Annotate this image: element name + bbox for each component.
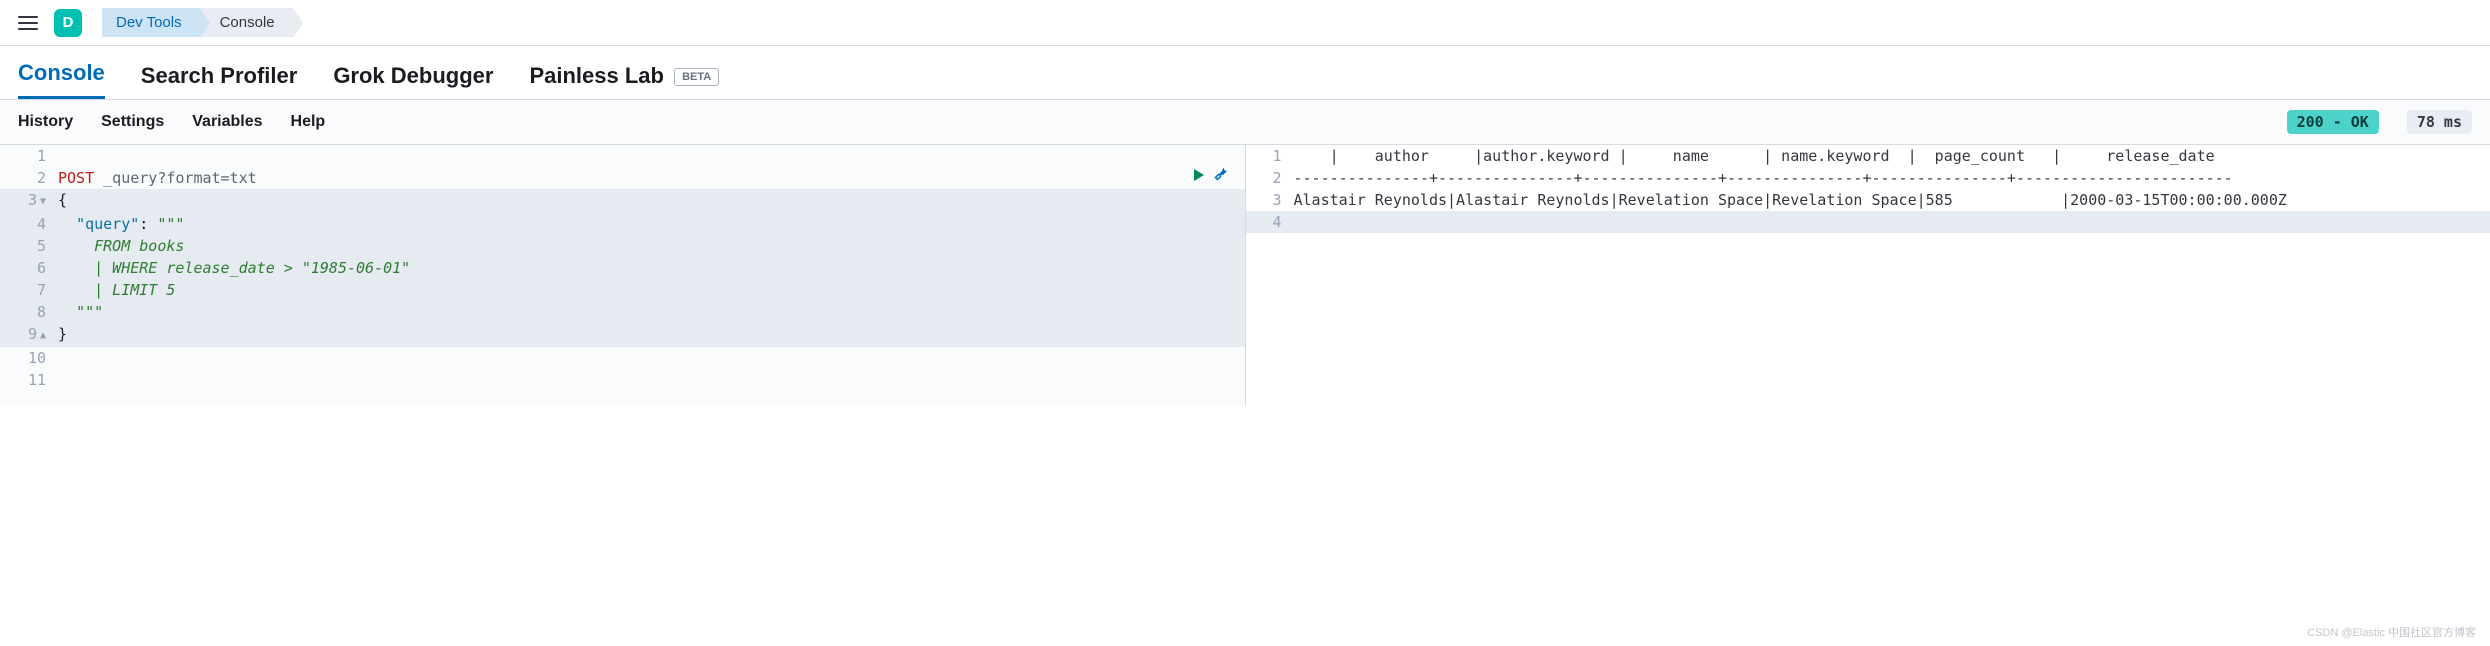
breadcrumb-dev-tools[interactable]: Dev Tools [102, 8, 200, 37]
line-number: 10 [0, 347, 58, 369]
response-viewer[interactable]: 1 | author |author.keyword | name | name… [1246, 145, 2490, 233]
breadcrumb: Dev Tools Console [102, 8, 293, 37]
breadcrumb-console: Console [200, 8, 293, 37]
response-time: 78 ms [2407, 110, 2472, 134]
response-line: | author |author.keyword | name | name.k… [1294, 145, 2490, 167]
code-line: { [58, 191, 67, 209]
toolbar: History Settings Variables Help 200 - OK… [0, 100, 2490, 145]
line-number: 11 [0, 369, 58, 391]
status-badge: 200 - OK [2287, 110, 2379, 134]
request-path: _query?format=txt [103, 169, 257, 187]
code-line: } [58, 325, 67, 343]
response-line: ---------------+---------------+--------… [1294, 167, 2490, 189]
menu-icon[interactable] [14, 12, 42, 34]
toolbar-help[interactable]: Help [291, 113, 326, 131]
line-number: 8 [0, 301, 58, 323]
line-number: 9▲ [0, 323, 58, 347]
tab-console[interactable]: Console [18, 60, 105, 99]
line-number: 4 [0, 213, 58, 235]
play-icon[interactable] [1191, 168, 1205, 182]
line-number: 6 [0, 257, 58, 279]
toolbar-history[interactable]: History [18, 113, 73, 131]
toolbar-variables[interactable]: Variables [192, 113, 262, 131]
watermark: CSDN @Elastic 中国社区官方博客 [2307, 624, 2476, 640]
line-number: 2 [1246, 167, 1294, 189]
wrench-icon[interactable] [1213, 167, 1229, 183]
tabs: Console Search Profiler Grok Debugger Pa… [0, 46, 2490, 100]
line-number: 1 [0, 145, 58, 167]
request-method: POST [58, 169, 94, 187]
line-number: 3 [1246, 189, 1294, 211]
toolbar-settings[interactable]: Settings [101, 113, 164, 131]
line-number: 2 [0, 167, 58, 189]
request-editor[interactable]: 1 2POST _query?format=txt 3▼{ 4 "query":… [0, 145, 1245, 391]
line-number: 7 [0, 279, 58, 301]
app-badge[interactable]: D [54, 9, 82, 37]
response-line: Alastair Reynolds|Alastair Reynolds|Reve… [1294, 189, 2490, 211]
line-number: 3▼ [0, 189, 58, 213]
line-number: 5 [0, 235, 58, 257]
tab-painless-lab[interactable]: Painless Lab BETA [529, 63, 719, 99]
tab-search-profiler[interactable]: Search Profiler [141, 63, 298, 99]
tab-grok-debugger[interactable]: Grok Debugger [333, 63, 493, 99]
line-number: 1 [1246, 145, 1294, 167]
beta-badge: BETA [674, 68, 719, 86]
response-line [1294, 211, 2490, 233]
line-number: 4 [1246, 211, 1294, 233]
tab-painless-lab-label: Painless Lab [529, 63, 664, 88]
